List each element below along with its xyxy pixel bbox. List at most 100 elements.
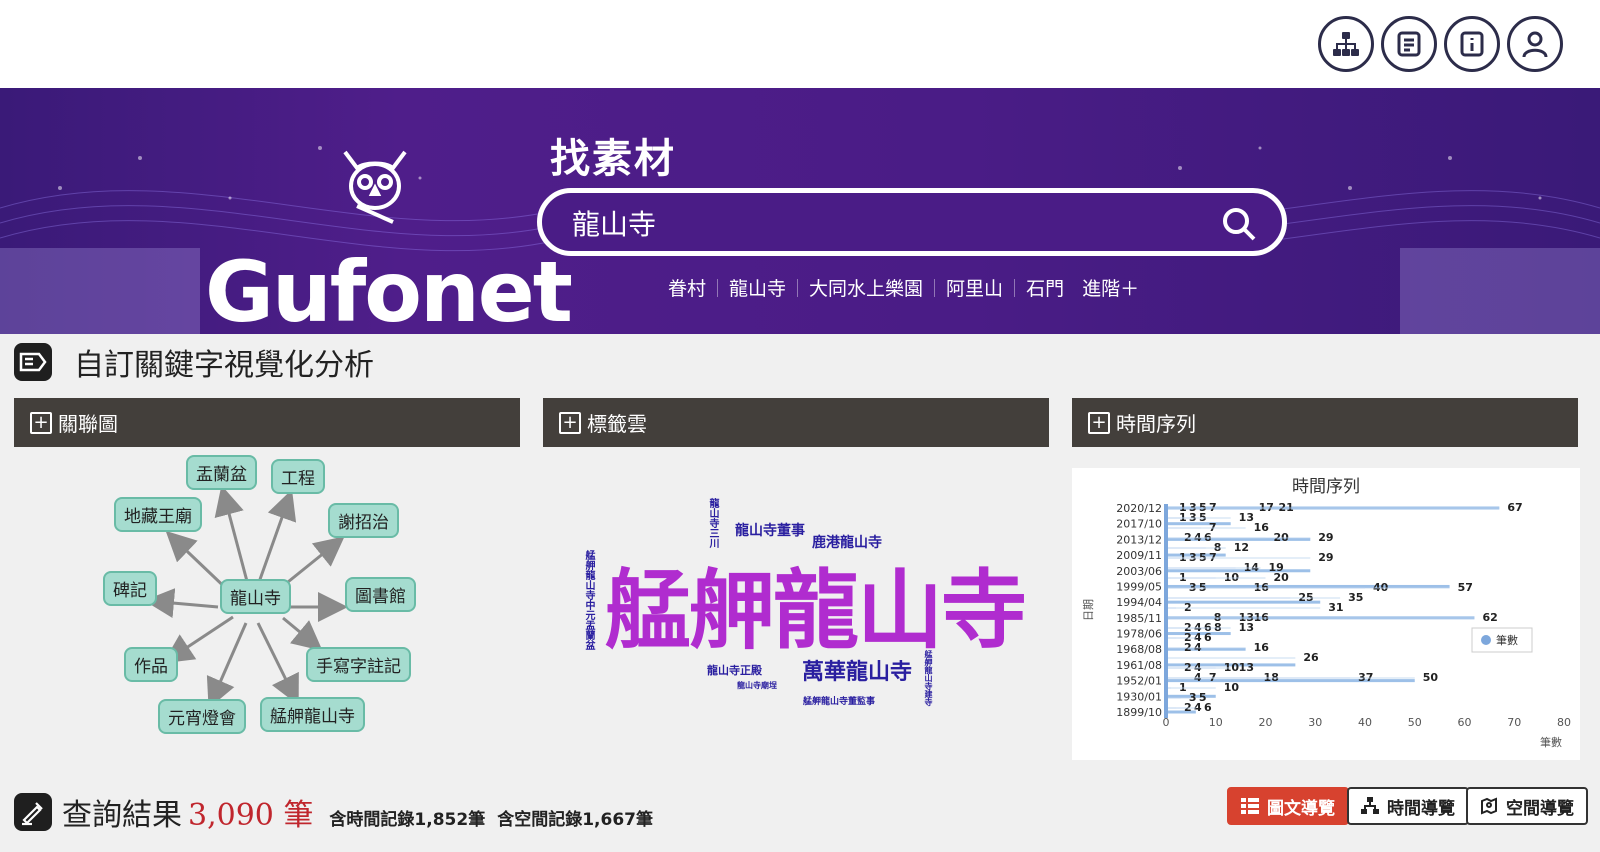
y-axis-label: 日期 <box>1082 599 1095 621</box>
network-node[interactable]: 謝招治 <box>328 503 399 538</box>
network-node[interactable]: 手寫字註記 <box>306 647 411 682</box>
quick-link-alishan[interactable]: 阿里山 <box>946 274 1003 301</box>
network-node[interactable]: 作品 <box>124 647 178 682</box>
advanced-search-link[interactable]: 進階＋ <box>1082 274 1139 301</box>
network-node[interactable]: 碑記 <box>103 571 157 606</box>
tag-word[interactable]: 龍山寺正殿 <box>707 662 762 678</box>
data-label: 40 <box>1373 581 1389 594</box>
data-label: 16 <box>1254 581 1270 594</box>
results-label: 查詢結果 <box>62 798 182 833</box>
tag-word[interactable]: 萬華龍山寺 <box>802 654 912 686</box>
data-label: 12 <box>1234 541 1249 554</box>
timeseries-chart-panel: 時間序列 日期 筆數 0 10 20 30 40 50 60 70 80 2020/12 2017/10 2… <box>1072 468 1580 760</box>
data-label: 37 <box>1358 671 1373 684</box>
x-tick-label: 50 <box>1408 716 1422 729</box>
tag-icon <box>14 343 52 381</box>
tag-word[interactable]: 龍山寺廟埕 <box>737 680 777 691</box>
x-tick-label: 20 <box>1259 716 1273 729</box>
button-label: 圖文導覽 <box>1267 798 1335 819</box>
tag-word[interactable]: 鹿港龍山寺 <box>812 532 882 552</box>
tag-word[interactable]: 艋舺龍山寺中元盂蘭盆 <box>581 550 596 650</box>
network-node[interactable]: 工程 <box>271 459 325 494</box>
divider <box>934 278 936 297</box>
data-label: 1 <box>1179 551 1187 564</box>
quick-link-juancun[interactable]: 眷村 <box>668 274 706 301</box>
panel-title: 時間序列 <box>1116 412 1196 436</box>
image-text-guide-button[interactable]: 圖文導覽 <box>1227 787 1349 825</box>
network-node[interactable]: 地藏王廟 <box>114 497 202 532</box>
y-tick-label: 1899/10 <box>1116 706 1162 719</box>
space-guide-button[interactable]: 空間導覽 <box>1466 787 1588 825</box>
data-label: 5 <box>1199 511 1207 524</box>
tag-word[interactable]: 艋舺龍山寺 <box>605 540 1027 665</box>
panel-title: 關聯圖 <box>58 412 118 436</box>
data-label: 57 <box>1458 581 1473 594</box>
data-label: 16 <box>1254 611 1270 624</box>
y-tick-label: 1994/04 <box>1116 596 1162 609</box>
y-tick-label: 2020/12 <box>1116 502 1162 515</box>
network-node[interactable]: 圖書館 <box>345 577 416 612</box>
divider <box>717 278 719 297</box>
quick-link-shimen[interactable]: 石門 <box>1026 274 1064 301</box>
network-center-node[interactable]: 龍山寺 <box>220 579 291 614</box>
y-tick-label: 1968/08 <box>1116 643 1162 656</box>
data-label: 6 <box>1204 531 1212 544</box>
gufonet-logo[interactable]: Gufonet <box>205 148 573 334</box>
top-bar <box>0 0 1600 88</box>
data-label: 6 <box>1204 701 1212 714</box>
tag-word[interactable]: 艋舺龍山寺董監事 <box>803 694 875 707</box>
expand-icon: + <box>559 411 581 434</box>
time-records-count: 含時間記錄1,852筆 <box>329 810 486 830</box>
data-label: 29 <box>1318 551 1333 564</box>
x-axis-label: 筆數 <box>1540 735 1562 749</box>
panel-header-timeseries[interactable]: + 時間序列 <box>1072 398 1578 447</box>
search-icon[interactable] <box>1220 205 1258 243</box>
document-list-icon[interactable] <box>1381 16 1437 72</box>
data-label: 50 <box>1423 671 1439 684</box>
data-label: 3 <box>1189 581 1197 594</box>
y-tick-label: 1985/11 <box>1116 612 1162 625</box>
time-guide-button[interactable]: 時間導覽 <box>1347 787 1469 825</box>
chart-title: 時間序列 <box>1292 477 1360 497</box>
y-tick-label: 2009/11 <box>1116 549 1162 562</box>
data-label: 10 <box>1224 681 1240 694</box>
data-label: 2 <box>1184 701 1192 714</box>
data-label: 16 <box>1254 521 1270 534</box>
panel-header-network[interactable]: + 關聯圖 <box>14 398 520 447</box>
data-label: 2 <box>1184 601 1192 614</box>
tag-word[interactable]: 艋舺龍山寺建寺 <box>923 650 934 706</box>
y-tick-label: 1999/05 <box>1116 580 1162 593</box>
network-node[interactable]: 艋舺龍山寺 <box>260 697 365 732</box>
data-label: 21 <box>1278 501 1293 514</box>
owl-icon <box>343 150 407 224</box>
x-tick-label: 60 <box>1458 716 1472 729</box>
y-tick-label: 1930/01 <box>1116 690 1162 703</box>
network-node[interactable]: 元宵燈會 <box>158 699 246 734</box>
hand-writing-icon <box>14 793 52 831</box>
data-label: 35 <box>1348 591 1363 604</box>
data-label: 1 <box>1179 511 1187 524</box>
data-label: 2 <box>1184 641 1192 654</box>
info-book-icon[interactable] <box>1444 16 1500 72</box>
quick-link-longshan-temple[interactable]: 龍山寺 <box>729 274 786 301</box>
search-input[interactable] <box>572 201 1172 245</box>
bar <box>1166 584 1450 588</box>
y-tick-label: 1978/06 <box>1116 628 1162 641</box>
sitemap-icon[interactable] <box>1318 16 1374 72</box>
quick-link-datong-waterpark[interactable]: 大同水上樂園 <box>809 274 923 301</box>
data-label: 31 <box>1328 601 1343 614</box>
panel-header-tagcloud[interactable]: + 標籤雲 <box>543 398 1049 447</box>
data-label: 13 <box>1239 511 1254 524</box>
tag-word[interactable]: 龍山寺董事 <box>735 520 805 540</box>
network-node[interactable]: 盂蘭盆 <box>186 455 257 490</box>
x-tick-label: 40 <box>1358 716 1372 729</box>
space-records-count: 含空間記錄1,667筆 <box>497 810 653 830</box>
user-icon[interactable] <box>1507 16 1563 72</box>
y-axis-line <box>1164 504 1168 718</box>
y-tick-label: 2017/10 <box>1116 518 1162 531</box>
results-count: 3,090 筆 <box>188 798 314 833</box>
tag-word[interactable]: 龍山寺三川 <box>705 498 720 548</box>
data-label: 4 <box>1194 701 1202 714</box>
data-label: 3 <box>1189 551 1197 564</box>
data-label: 2 <box>1184 531 1192 544</box>
